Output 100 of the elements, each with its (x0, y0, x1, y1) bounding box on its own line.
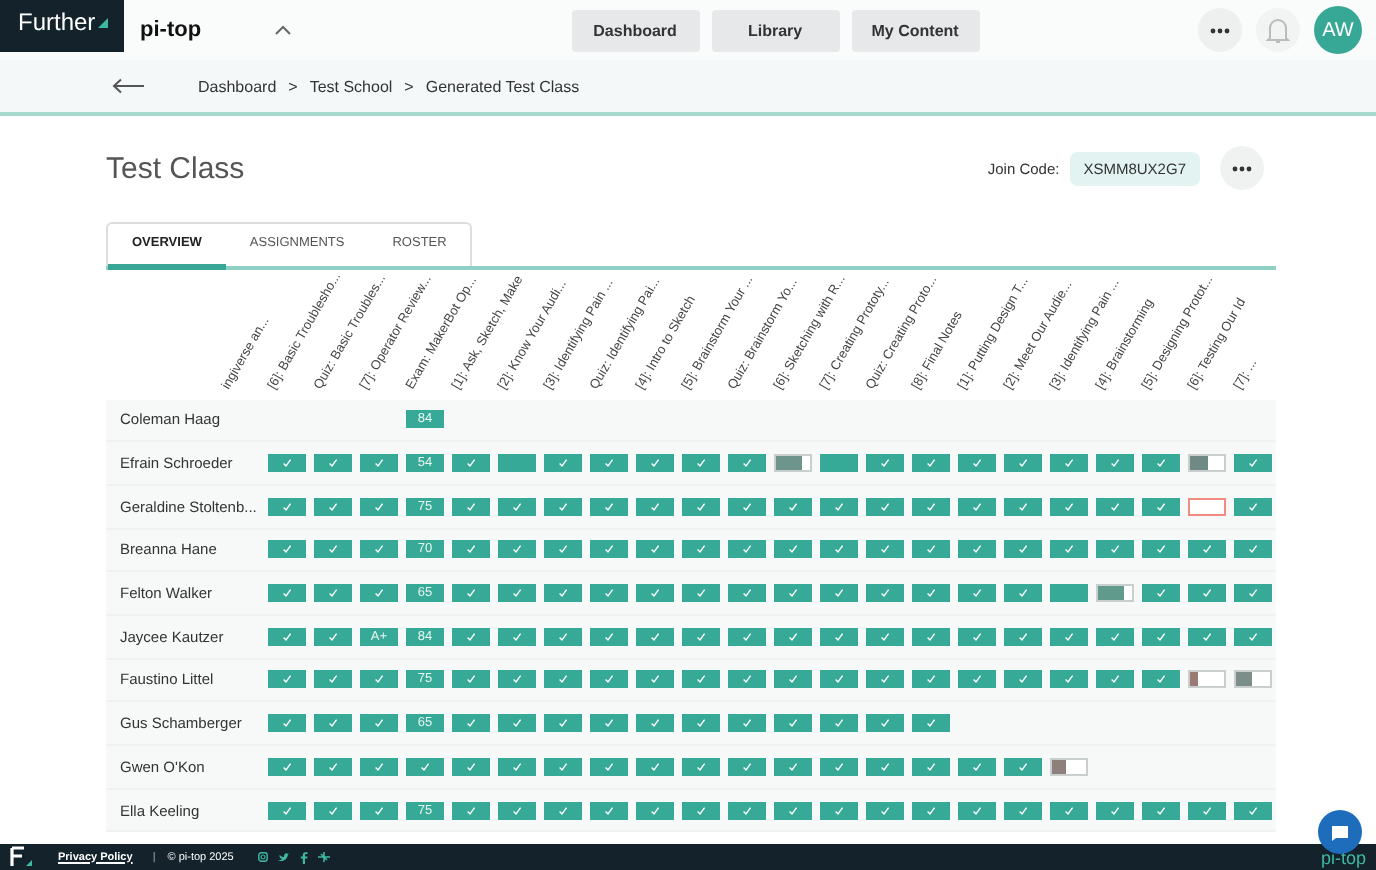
complete-cell[interactable] (268, 540, 306, 559)
complete-cell[interactable] (1234, 584, 1272, 603)
complete-cell[interactable] (1050, 670, 1088, 689)
complete-cell[interactable] (1096, 540, 1134, 559)
complete-cell[interactable] (360, 801, 398, 820)
complete-cell[interactable] (314, 540, 352, 559)
complete-cell[interactable] (452, 584, 490, 603)
complete-cell[interactable] (728, 454, 766, 473)
complete-cell[interactable] (498, 497, 536, 516)
complete-cell[interactable] (728, 497, 766, 516)
complete-cell[interactable] (360, 584, 398, 603)
complete-cell[interactable] (544, 584, 582, 603)
complete-cell[interactable] (1096, 627, 1134, 646)
complete-cell[interactable] (544, 670, 582, 689)
complete-cell[interactable] (1050, 454, 1088, 473)
complete-cell[interactable] (682, 584, 720, 603)
complete-cell[interactable] (636, 670, 674, 689)
complete-cell[interactable] (452, 627, 490, 646)
complete-cell[interactable] (728, 714, 766, 733)
breadcrumb-link[interactable]: Generated Test Class (425, 77, 580, 95)
complete-cell[interactable] (314, 454, 352, 473)
complete-cell[interactable] (498, 584, 536, 603)
complete-cell[interactable] (958, 584, 996, 603)
complete-cell[interactable] (866, 454, 904, 473)
complete-cell[interactable] (636, 584, 674, 603)
complete-cell[interactable] (544, 757, 582, 776)
progress-cell[interactable] (1234, 670, 1272, 689)
complete-cell[interactable] (682, 540, 720, 559)
complete-cell[interactable] (1188, 584, 1226, 603)
complete-cell[interactable] (958, 757, 996, 776)
brand-logo[interactable]: Further (0, 0, 124, 52)
complete-cell[interactable] (682, 497, 720, 516)
complete-cell[interactable] (682, 454, 720, 473)
complete-cell[interactable] (498, 627, 536, 646)
complete-cell[interactable] (866, 627, 904, 646)
complete-cell[interactable] (1004, 454, 1042, 473)
complete-cell[interactable] (268, 670, 306, 689)
complete-cell[interactable] (774, 714, 812, 733)
progress-cell[interactable] (1096, 584, 1134, 603)
complete-cell[interactable] (314, 714, 352, 733)
nav-button[interactable]: Dashboard (571, 9, 700, 51)
complete-cell[interactable] (774, 801, 812, 820)
complete-cell[interactable] (682, 757, 720, 776)
complete-cell[interactable] (1050, 627, 1088, 646)
complete-cell[interactable] (728, 757, 766, 776)
complete-cell[interactable] (866, 757, 904, 776)
complete-cell[interactable] (912, 670, 950, 689)
complete-cell[interactable] (636, 757, 674, 776)
complete-cell[interactable] (1050, 801, 1088, 820)
complete-cell[interactable] (866, 497, 904, 516)
complete-cell[interactable] (1234, 497, 1272, 516)
complete-cell[interactable] (958, 670, 996, 689)
complete-cell[interactable] (1142, 584, 1180, 603)
complete-cell[interactable] (590, 584, 628, 603)
complete-cell[interactable] (498, 540, 536, 559)
complete-cell[interactable] (682, 670, 720, 689)
complete-cell[interactable] (1188, 627, 1226, 646)
complete-cell[interactable] (1234, 454, 1272, 473)
complete-cell[interactable] (360, 714, 398, 733)
complete-cell[interactable] (498, 714, 536, 733)
complete-cell[interactable] (682, 627, 720, 646)
complete-cell[interactable] (866, 540, 904, 559)
complete-cell[interactable] (544, 801, 582, 820)
complete-cell[interactable] (268, 454, 306, 473)
complete-cell[interactable] (774, 670, 812, 689)
complete-cell[interactable] (728, 584, 766, 603)
submitted-cell[interactable] (1050, 584, 1088, 603)
complete-cell[interactable] (866, 714, 904, 733)
complete-cell[interactable] (1234, 627, 1272, 646)
complete-cell[interactable] (636, 454, 674, 473)
complete-cell[interactable] (912, 454, 950, 473)
complete-cell[interactable] (912, 584, 950, 603)
complete-cell[interactable] (544, 454, 582, 473)
complete-cell[interactable] (728, 670, 766, 689)
share-icon[interactable] (317, 851, 330, 861)
complete-cell[interactable] (1142, 627, 1180, 646)
complete-cell[interactable] (590, 670, 628, 689)
complete-cell[interactable] (1004, 757, 1042, 776)
complete-cell[interactable] (912, 497, 950, 516)
complete-cell[interactable] (452, 757, 490, 776)
complete-cell[interactable] (774, 584, 812, 603)
complete-cell[interactable] (360, 454, 398, 473)
complete-cell[interactable] (1004, 584, 1042, 603)
nav-button[interactable]: Library (711, 9, 840, 51)
complete-cell[interactable] (360, 757, 398, 776)
complete-cell[interactable] (1188, 801, 1226, 820)
complete-cell[interactable] (590, 497, 628, 516)
breadcrumb-link[interactable]: Test School (309, 77, 393, 95)
complete-cell[interactable] (1142, 801, 1180, 820)
complete-cell[interactable] (682, 714, 720, 733)
complete-cell[interactable] (820, 714, 858, 733)
complete-cell[interactable] (268, 584, 306, 603)
complete-cell[interactable] (682, 801, 720, 820)
complete-cell[interactable] (590, 540, 628, 559)
complete-cell[interactable] (912, 627, 950, 646)
f-letter-icon[interactable] (299, 851, 308, 863)
brand-mark-icon[interactable] (10, 846, 34, 868)
complete-cell[interactable] (1096, 497, 1134, 516)
complete-cell[interactable] (1142, 454, 1180, 473)
not-started-cell[interactable] (1188, 497, 1226, 516)
